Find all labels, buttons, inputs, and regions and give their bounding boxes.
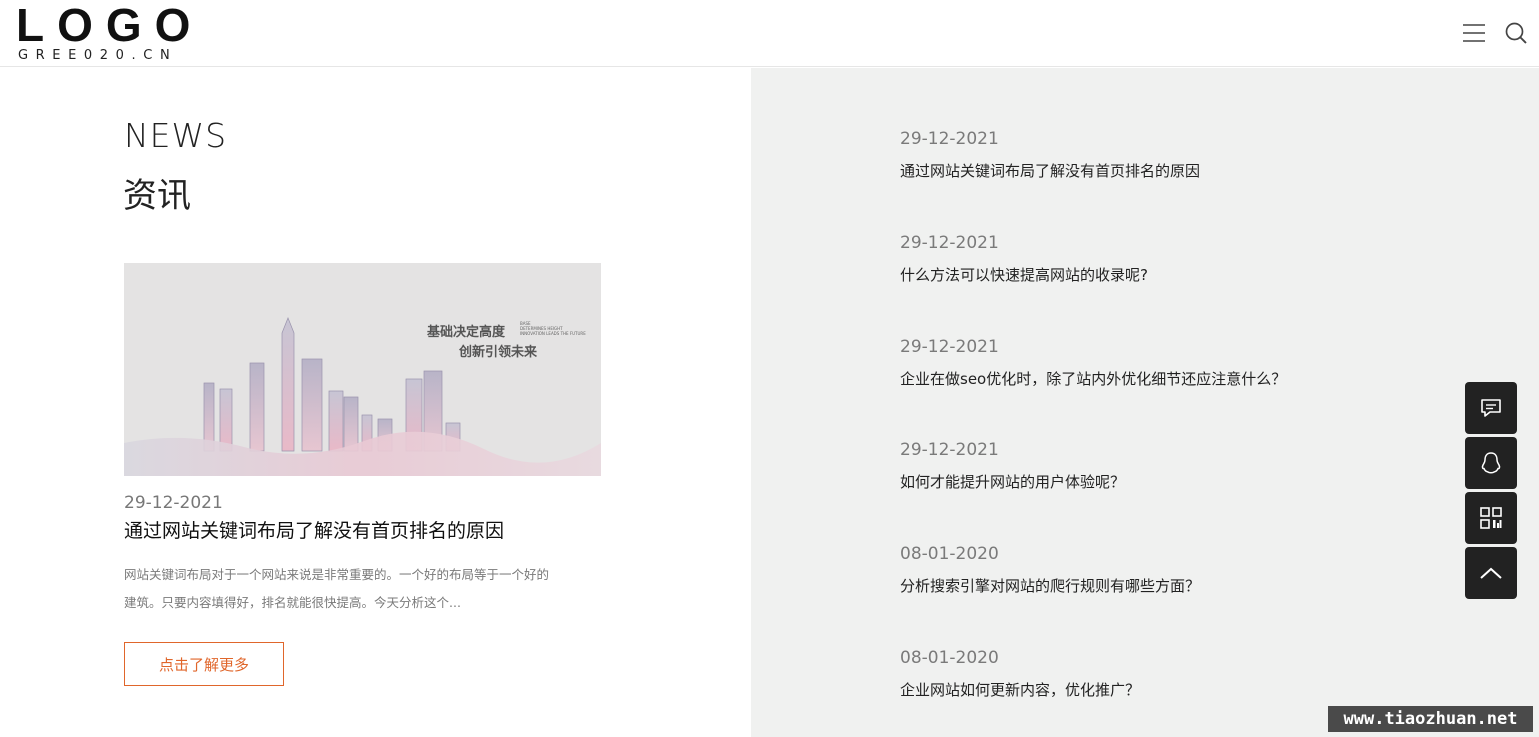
news-list-item[interactable]: 29-12-2021 企业在做seo优化时，除了站内外优化细节还应注意什么？ <box>900 337 1286 389</box>
news-list-item[interactable]: 29-12-2021 如何才能提升网站的用户体验呢？ <box>900 440 1125 492</box>
news-item-date: 29-12-2021 <box>900 129 999 149</box>
news-item-title[interactable]: 企业在做seo优化时，除了站内外优化细节还应注意什么？ <box>900 369 1286 389</box>
image-caption-line1: 基础决定高度 <box>426 324 506 340</box>
news-list-item[interactable]: 29-12-2021 通过网站关键词布局了解没有首页排名的原因 <box>900 129 1200 181</box>
qq-icon <box>1481 452 1501 474</box>
site-header: LOGO GREE020.CN <box>0 0 1539 67</box>
news-item-title[interactable]: 分析搜索引擎对网站的爬行规则有哪些方面？ <box>900 576 1200 596</box>
featured-news-date: 29-12-2021 <box>124 493 223 513</box>
featured-desc-line-2: 建筑。只要内容填得好，排名就能很快提高。今天分析这个... <box>124 595 461 610</box>
news-item-date: 08-01-2020 <box>900 648 999 668</box>
news-list-item[interactable]: 08-01-2020 企业网站如何更新内容，优化推广？ <box>900 648 1140 700</box>
news-list-item[interactable]: 08-01-2020 分析搜索引擎对网站的爬行规则有哪些方面？ <box>900 544 1200 596</box>
learn-more-button[interactable]: 点击了解更多 <box>124 642 284 686</box>
news-list-item[interactable]: 29-12-2021 什么方法可以快速提高网站的收录呢? <box>900 233 1148 285</box>
news-item-date: 29-12-2021 <box>900 337 999 357</box>
news-item-title[interactable]: 什么方法可以快速提高网站的收录呢? <box>900 265 1148 285</box>
news-item-title[interactable]: 通过网站关键词布局了解没有首页排名的原因 <box>900 161 1200 181</box>
qq-button[interactable] <box>1465 437 1517 489</box>
watermark: www.tiaozhuan.net <box>1328 706 1533 732</box>
qr-code-button[interactable] <box>1465 492 1517 544</box>
news-item-date: 29-12-2021 <box>900 233 999 253</box>
search-icon[interactable] <box>1503 20 1529 46</box>
section-title-en: NEWS <box>124 116 228 155</box>
logo-subtext: GREE020.CN <box>18 48 178 63</box>
menu-icon[interactable] <box>1461 20 1487 46</box>
news-item-title[interactable]: 企业网站如何更新内容，优化推广？ <box>900 680 1140 700</box>
news-item-date: 08-01-2020 <box>900 544 999 564</box>
section-title-cn: 资讯 <box>123 176 191 216</box>
message-icon <box>1481 399 1501 417</box>
featured-news-description: 网站关键词布局对于一个网站来说是非常重要的。一个好的布局等于一个好的 建筑。只要… <box>124 561 604 617</box>
logo[interactable]: LOGO <box>16 2 203 48</box>
featured-news-title[interactable]: 通过网站关键词布局了解没有首页排名的原因 <box>124 519 504 543</box>
featured-news-image[interactable]: 基础决定高度 创新引领未来 BASE DETERMINES HEIGHT INN… <box>124 263 601 476</box>
news-item-date: 29-12-2021 <box>900 440 999 460</box>
message-button[interactable] <box>1465 382 1517 434</box>
qr-code-icon <box>1480 507 1502 529</box>
image-caption-line2: 创新引领未来 <box>458 344 538 360</box>
featured-desc-line-1: 网站关键词布局对于一个网站来说是非常重要的。一个好的布局等于一个好的 <box>124 567 550 582</box>
news-item-title[interactable]: 如何才能提升网站的用户体验呢？ <box>900 472 1125 492</box>
chevron-up-icon <box>1480 567 1502 579</box>
image-small-text-3: INNOVATION LEADS THE FUTURE <box>520 331 586 336</box>
back-to-top-button[interactable] <box>1465 547 1517 599</box>
